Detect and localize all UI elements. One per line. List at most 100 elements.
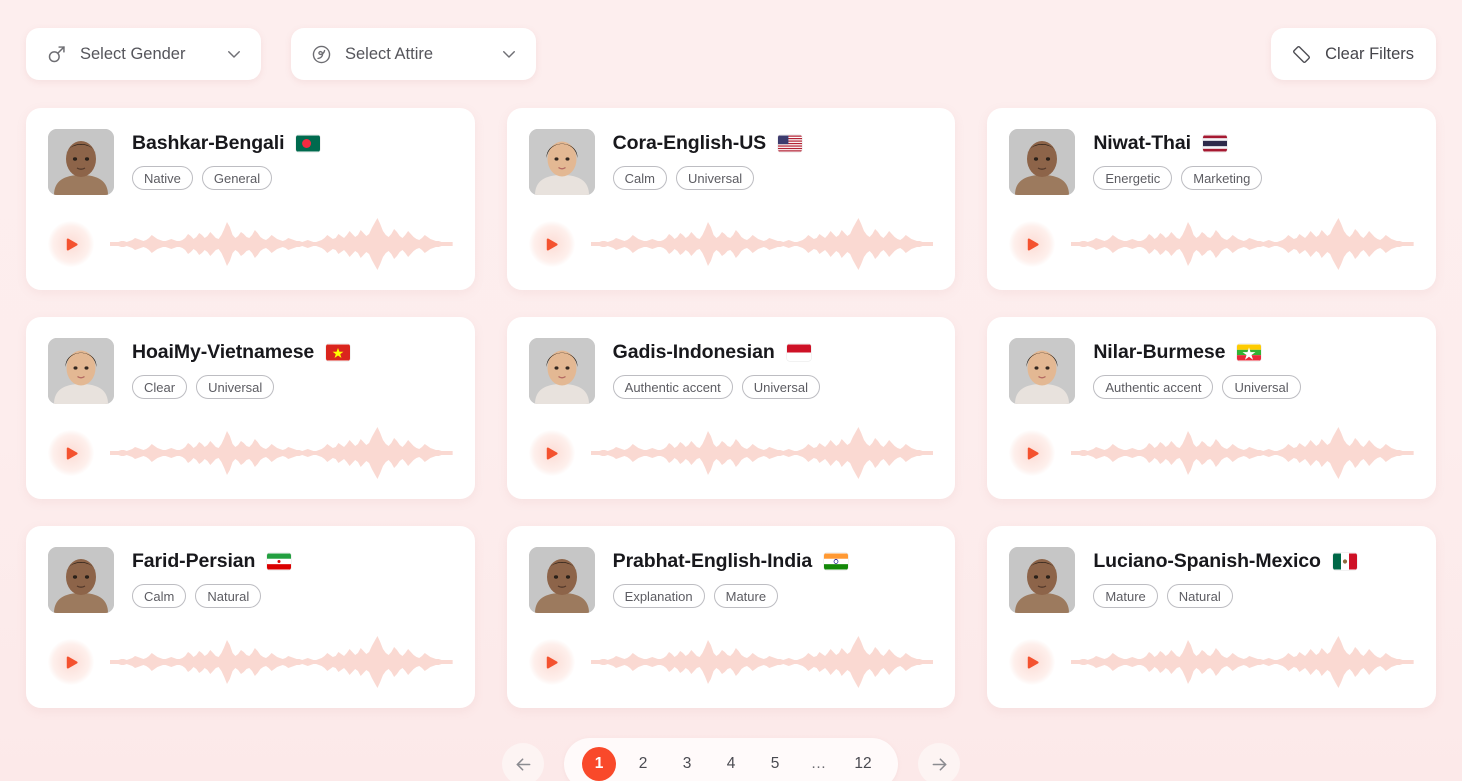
play-button[interactable] <box>1009 639 1056 685</box>
voice-card[interactable]: Prabhat-English-India Explanation Mature <box>506 526 956 708</box>
voice-name: Bashkar-Bengali <box>132 132 285 154</box>
avatar <box>1009 547 1076 613</box>
voice-card[interactable]: Farid-Persian Calm Natural <box>26 526 475 708</box>
voice-tag[interactable]: Universal <box>196 375 275 399</box>
voice-tag[interactable]: Native <box>132 166 193 190</box>
play-button[interactable] <box>528 639 575 685</box>
voice-tag[interactable]: Authentic accent <box>612 375 733 399</box>
voice-tag[interactable]: Mature <box>713 584 779 608</box>
voice-tag[interactable]: Mature <box>1093 584 1158 608</box>
voice-card[interactable]: Nilar-Burmese Authentic accent Universal <box>987 317 1436 499</box>
pagination-page[interactable]: 4 <box>714 747 748 781</box>
voice-card-grid: Bashkar-Bengali Native General Cora-Engli… <box>0 108 1462 708</box>
pagination-page[interactable]: 3 <box>670 747 704 781</box>
voice-meta: Cora-English-US Calm Universal <box>612 129 803 195</box>
waveform[interactable] <box>590 217 934 271</box>
play-button[interactable] <box>1009 430 1056 476</box>
voice-card[interactable]: Cora-English-US Calm Universal <box>506 108 956 290</box>
play-button[interactable] <box>48 221 94 267</box>
voice-tags: Clear Universal <box>132 375 350 399</box>
attire-select-label: Select Attire <box>345 44 434 63</box>
pagination: 1 2 3 4 5… 12 <box>0 732 1462 781</box>
play-icon <box>546 655 558 669</box>
waveform[interactable] <box>110 217 453 271</box>
filter-bar: Select Gender Select Attire Clear Filter… <box>0 0 1462 108</box>
pagination-page[interactable]: 2 <box>626 747 660 781</box>
play-icon <box>1027 655 1039 669</box>
voice-name-row: Nilar-Burmese <box>1093 341 1300 364</box>
voice-tag[interactable]: Clear <box>132 375 188 399</box>
clear-filters-button[interactable]: Clear Filters <box>1271 28 1436 80</box>
voice-card-header: Prabhat-English-India Explanation Mature <box>528 547 934 613</box>
pagination-page[interactable]: 1 <box>582 747 616 781</box>
play-button[interactable] <box>528 430 575 476</box>
voice-meta: Nilar-Burmese Authentic accent Universal <box>1093 338 1301 404</box>
voice-card[interactable]: Luciano-Spanish-Mexico Mature Natural <box>987 526 1436 708</box>
play-button[interactable] <box>48 430 94 476</box>
waveform[interactable] <box>1071 635 1414 689</box>
voice-tag[interactable]: Authentic accent <box>1093 375 1214 399</box>
pagination-page[interactable]: 5 <box>758 747 792 781</box>
voice-tag[interactable]: Natural <box>1166 584 1233 608</box>
pagination-page[interactable]: 12 <box>846 747 880 781</box>
voice-tags: Calm Natural <box>132 584 291 608</box>
voice-card[interactable]: Gadis-Indonesian Authentic accent Univers… <box>506 317 956 499</box>
waveform[interactable] <box>1071 217 1414 271</box>
waveform[interactable] <box>590 426 934 480</box>
avatar <box>1009 129 1076 195</box>
avatar <box>48 338 114 404</box>
voice-name: Luciano-Spanish-Mexico <box>1093 550 1321 572</box>
iran-flag-icon <box>267 553 292 570</box>
voice-tag[interactable]: Explanation <box>612 584 705 608</box>
voice-name: Nilar-Burmese <box>1093 341 1226 363</box>
bangladesh-flag-icon <box>296 135 321 152</box>
gender-select[interactable]: Select Gender <box>26 28 261 80</box>
clear-filters-label: Clear Filters <box>1325 44 1414 63</box>
voice-tag[interactable]: Calm <box>132 584 187 608</box>
voice-card[interactable]: Bashkar-Bengali Native General <box>26 108 475 290</box>
voice-card[interactable]: HoaiMy-Vietnamese Clear Universal <box>26 317 475 499</box>
voice-tags: Authentic accent Universal <box>1093 375 1301 399</box>
voice-card-header: Luciano-Spanish-Mexico Mature Natural <box>1009 547 1414 613</box>
voice-name-row: Cora-English-US <box>613 132 803 155</box>
pagination-next-button[interactable] <box>918 743 960 781</box>
voice-name: Niwat-Thai <box>1093 132 1191 154</box>
waveform[interactable] <box>110 635 453 689</box>
voice-tag[interactable]: Calm <box>612 166 667 190</box>
play-button[interactable] <box>528 221 575 267</box>
waveform[interactable] <box>590 635 934 689</box>
avatar <box>528 547 595 613</box>
attire-select[interactable]: Select Attire <box>291 28 536 80</box>
waveform[interactable] <box>110 426 453 480</box>
voice-meta: Prabhat-English-India Explanation Mature <box>612 547 849 613</box>
voice-name: Prabhat-English-India <box>612 550 813 572</box>
play-icon <box>66 655 78 669</box>
voice-player <box>48 425 453 481</box>
pagination-prev-button[interactable] <box>502 743 544 781</box>
voice-tag[interactable]: Universal <box>676 166 755 190</box>
voice-card-header: Niwat-Thai Energetic Marketing <box>1009 129 1414 195</box>
voice-card-header: Cora-English-US Calm Universal <box>528 129 934 195</box>
voice-card[interactable]: Niwat-Thai Energetic Marketing <box>987 108 1436 290</box>
voice-tag[interactable]: Energetic <box>1093 166 1173 190</box>
play-icon <box>1027 446 1039 460</box>
voice-tag[interactable]: Marketing <box>1181 166 1263 190</box>
avatar <box>528 338 595 404</box>
avatar <box>48 129 114 195</box>
play-button[interactable] <box>48 639 94 685</box>
waveform[interactable] <box>1071 426 1414 480</box>
voice-player <box>48 634 453 690</box>
voice-tag[interactable]: Universal <box>1222 375 1301 399</box>
play-button[interactable] <box>1009 221 1056 267</box>
voice-tag[interactable]: Universal <box>741 375 820 399</box>
voice-name: Gadis-Indonesian <box>612 341 775 363</box>
voice-tags: Mature Natural <box>1093 584 1357 608</box>
chevron-down-icon <box>225 45 243 63</box>
voice-tags: Native General <box>132 166 320 190</box>
voice-player <box>1009 425 1414 481</box>
indonesia-flag-icon <box>786 344 811 361</box>
voice-tag[interactable]: Natural <box>195 584 262 608</box>
play-icon <box>1027 237 1039 251</box>
voice-tag[interactable]: General <box>201 166 273 190</box>
voice-name-row: Farid-Persian <box>132 550 292 573</box>
